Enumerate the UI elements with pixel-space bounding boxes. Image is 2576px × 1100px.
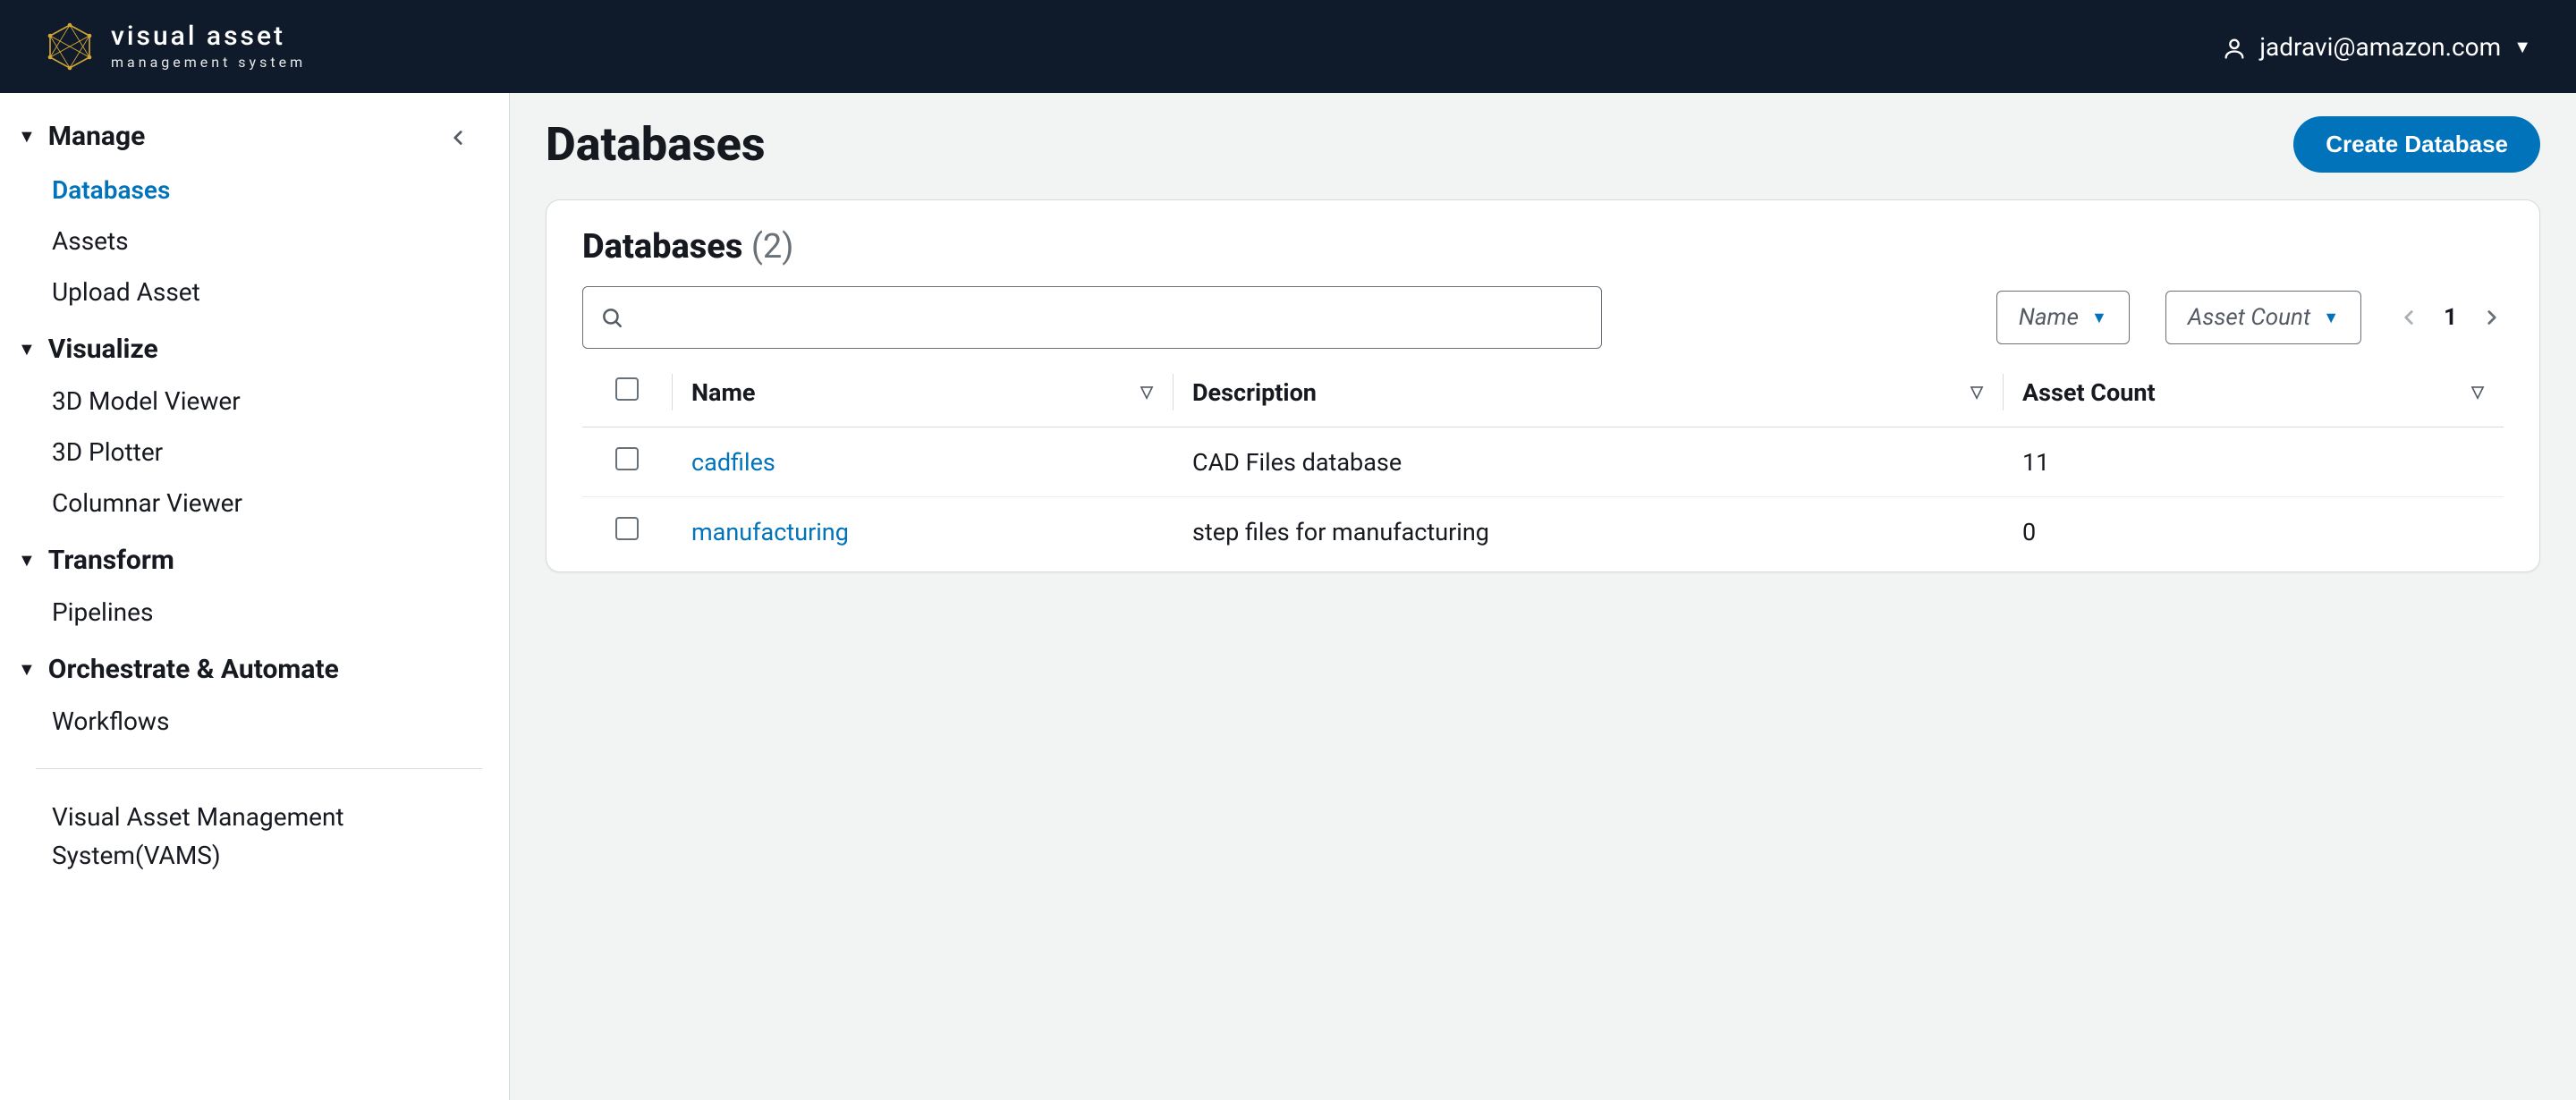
- search-icon: [600, 306, 623, 329]
- sidebar-group-transform: ▼ Transform Pipelines: [18, 545, 509, 638]
- sidebar-group-header-orchestrate[interactable]: ▼ Orchestrate & Automate: [18, 654, 509, 685]
- column-header-description-label: Description: [1192, 378, 1317, 407]
- card-title: Databases (2): [582, 227, 2504, 267]
- search-input[interactable]: [582, 286, 1602, 349]
- page-header: Databases Create Database: [546, 116, 2540, 173]
- sidebar: ▼ Manage Databases Assets Upload Asset ▼…: [0, 93, 510, 1100]
- pager-next-button[interactable]: [2480, 306, 2504, 329]
- column-header-asset-count-label: Asset Count: [2022, 378, 2156, 407]
- triangle-down-icon: ▼: [2091, 309, 2107, 327]
- table-row: manufacturing step files for manufacturi…: [582, 497, 2504, 567]
- sidebar-item-3d-plotter[interactable]: 3D Plotter: [18, 427, 509, 478]
- pager-page-number: 1: [2444, 304, 2457, 331]
- database-asset-count: 0: [2022, 518, 2036, 546]
- brand-title: visual asset: [111, 23, 306, 50]
- pager-prev-button[interactable]: [2397, 306, 2420, 329]
- user-menu[interactable]: jadravi@amazon.com ▼: [2222, 32, 2531, 62]
- caret-down-icon: ▼: [18, 125, 36, 148]
- sidebar-group-title: Manage: [48, 121, 146, 152]
- create-database-button[interactable]: Create Database: [2293, 116, 2540, 173]
- caret-down-icon: ▼: [18, 658, 36, 681]
- database-description: step files for manufacturing: [1192, 518, 1489, 546]
- databases-card: Databases (2) Name ▼ Asset Count: [546, 199, 2540, 572]
- search-wrap: [582, 286, 1602, 349]
- sidebar-item-databases[interactable]: Databases: [18, 165, 509, 216]
- sort-icon: ▽: [1140, 383, 1153, 402]
- triangle-down-icon: ▼: [2323, 309, 2339, 327]
- databases-table: Name ▽ Description ▽ Ass: [582, 358, 2504, 566]
- row-checkbox[interactable]: [615, 517, 639, 540]
- sidebar-group-title: Transform: [48, 545, 174, 576]
- main-content: Databases Create Database Databases (2) …: [510, 93, 2576, 1100]
- sidebar-group-header-transform[interactable]: ▼ Transform: [18, 545, 509, 576]
- caret-down-icon: ▼: [18, 338, 36, 360]
- sidebar-group-header-visualize[interactable]: ▼ Visualize: [18, 334, 509, 365]
- sort-icon: ▽: [2471, 383, 2484, 402]
- column-header-description[interactable]: Description ▽: [1173, 358, 2003, 427]
- sidebar-item-pipelines[interactable]: Pipelines: [18, 587, 509, 638]
- brand-subtitle: management system: [111, 55, 306, 70]
- sidebar-group-orchestrate: ▼ Orchestrate & Automate Workflows: [18, 654, 509, 747]
- database-description: CAD Files database: [1192, 448, 1402, 477]
- filter-name-dropdown[interactable]: Name ▼: [1996, 291, 2130, 344]
- filter-asset-count-dropdown[interactable]: Asset Count ▼: [2165, 291, 2361, 344]
- pager: 1: [2397, 304, 2504, 331]
- sidebar-group-manage: ▼ Manage Databases Assets Upload Asset: [18, 118, 509, 317]
- sort-icon: ▽: [1970, 383, 1983, 402]
- sidebar-item-upload-asset[interactable]: Upload Asset: [18, 267, 509, 317]
- page-title: Databases: [546, 117, 766, 172]
- sidebar-group-header-manage[interactable]: ▼ Manage: [18, 118, 509, 154]
- caret-down-icon: ▼: [2513, 36, 2531, 58]
- sidebar-collapse-icon[interactable]: [446, 118, 470, 154]
- filter-count-label: Asset Count: [2188, 304, 2310, 331]
- column-header-asset-count[interactable]: Asset Count ▽: [2003, 358, 2504, 427]
- sidebar-group-title: Orchestrate & Automate: [48, 654, 339, 685]
- brand-logo-icon: [45, 21, 95, 72]
- database-asset-count: 11: [2022, 448, 2049, 477]
- filter-name-label: Name: [2019, 304, 2079, 331]
- database-name-link[interactable]: manufacturing: [691, 518, 849, 546]
- sidebar-group-visualize: ▼ Visualize 3D Model Viewer 3D Plotter C…: [18, 334, 509, 529]
- user-email: jadravi@amazon.com: [2259, 32, 2501, 62]
- table-toolbar: Name ▼ Asset Count ▼ 1: [582, 286, 2504, 349]
- column-header-name-label: Name: [691, 378, 755, 407]
- card-count: (2): [751, 227, 794, 267]
- database-name-link[interactable]: cadfiles: [691, 448, 775, 477]
- column-header-name[interactable]: Name ▽: [672, 358, 1173, 427]
- sidebar-item-workflows[interactable]: Workflows: [18, 696, 509, 747]
- sidebar-item-columnar-viewer[interactable]: Columnar Viewer: [18, 478, 509, 529]
- brand-text: visual asset management system: [111, 23, 306, 70]
- card-title-text: Databases: [582, 227, 742, 267]
- column-header-select: [582, 358, 672, 427]
- sidebar-divider: [36, 768, 482, 769]
- brand[interactable]: visual asset management system: [45, 21, 306, 72]
- user-icon: [2222, 32, 2247, 62]
- top-bar: visual asset management system jadravi@a…: [0, 0, 2576, 93]
- sidebar-item-assets[interactable]: Assets: [18, 216, 509, 267]
- sidebar-footer-link[interactable]: Visual Asset Management System(VAMS): [18, 791, 509, 883]
- sidebar-item-3d-model-viewer[interactable]: 3D Model Viewer: [18, 376, 509, 427]
- sidebar-group-title: Visualize: [48, 334, 158, 365]
- caret-down-icon: ▼: [18, 549, 36, 571]
- table-row: cadfiles CAD Files database 11: [582, 427, 2504, 497]
- select-all-checkbox[interactable]: [615, 377, 639, 401]
- row-checkbox[interactable]: [615, 447, 639, 470]
